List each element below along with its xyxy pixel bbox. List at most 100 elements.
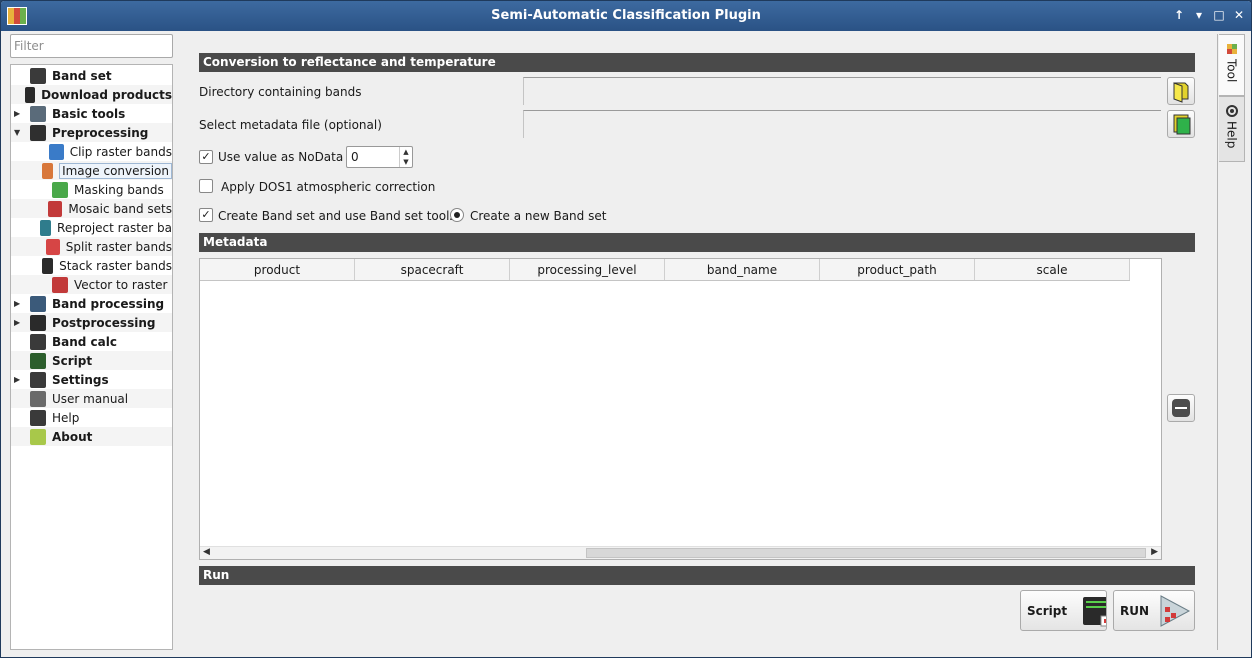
column-header[interactable]: spacecraft — [355, 259, 510, 280]
split-icon — [46, 238, 60, 255]
basic-tools-icon — [30, 105, 46, 122]
nodata-checkbox[interactable]: ✓ — [199, 150, 213, 164]
metadata-path-field — [523, 110, 1161, 138]
main-window: Semi-Automatic Classification Plugin ↑ ▾… — [0, 0, 1252, 658]
maximize-button[interactable]: □ — [1213, 8, 1225, 22]
tree-item-label: Band calc — [52, 334, 117, 349]
tree-item[interactable]: ▼ Preprocessing — [11, 123, 172, 142]
tree-item[interactable]: Band calc — [11, 332, 172, 351]
open-metadata-button[interactable] — [1167, 110, 1195, 138]
tree-item-label: Preprocessing — [52, 125, 149, 140]
metadata-section-header: Metadata — [199, 233, 1195, 252]
scroll-left-icon[interactable]: ◀ — [203, 547, 210, 557]
minimize-button[interactable]: ▾ — [1193, 8, 1205, 22]
nodata-value-input[interactable]: 0 ▲ ▼ — [346, 146, 413, 168]
tree-item[interactable]: ▶ Settings — [11, 370, 172, 389]
metadata-table[interactable]: product spacecraft processing_level band_na… — [199, 258, 1162, 560]
tree-item-label: Stack raster bands — [59, 258, 172, 273]
dos1-checkbox[interactable] — [199, 179, 213, 193]
tab-tool[interactable]: Tool — [1219, 34, 1245, 96]
tree-item[interactable]: Clip raster bands — [11, 142, 172, 161]
tree-item[interactable]: Help — [11, 408, 172, 427]
keep-above-button[interactable]: ↑ — [1173, 8, 1185, 22]
bandset-checkbox[interactable]: ✓ — [199, 208, 213, 222]
tree-item[interactable]: Reproject raster ba — [11, 218, 172, 237]
band-processing-icon — [30, 295, 46, 312]
download-icon — [24, 86, 36, 103]
tree-item[interactable]: Download products — [11, 85, 172, 104]
minus-icon — [1172, 399, 1190, 417]
dos1-label: Apply DOS1 atmospheric correction — [221, 180, 436, 194]
tree-item-label: Image conversion — [59, 162, 172, 179]
tree-item[interactable]: Stack raster bands — [11, 256, 172, 275]
tool-tree: Band set Download products ▶ Basic tools ▼ Pr… — [10, 64, 173, 650]
postprocessing-icon — [30, 314, 46, 331]
spin-arrows[interactable]: ▲ ▼ — [399, 147, 412, 167]
tree-item[interactable]: Mosaic band sets — [11, 199, 172, 218]
tree-item[interactable]: Script — [11, 351, 172, 370]
folder-icon — [1173, 82, 1189, 103]
open-dir-button[interactable] — [1167, 77, 1195, 105]
column-header[interactable]: processing_level — [510, 259, 665, 280]
expand-arrow-icon[interactable]: ▶ — [14, 299, 24, 308]
new-bandset-radio[interactable] — [450, 208, 464, 222]
nodata-label: Use value as NoData — [218, 150, 344, 164]
expand-arrow-icon[interactable]: ▶ — [14, 375, 24, 384]
horizontal-scrollbar[interactable]: ◀ ▶ — [200, 546, 1161, 559]
filter-input[interactable]: Filter — [10, 34, 173, 58]
nodata-value: 0 — [351, 150, 359, 164]
tree-item[interactable]: Masking bands — [11, 180, 172, 199]
column-header[interactable]: scale — [975, 259, 1130, 280]
about-icon — [30, 428, 46, 445]
tree-item[interactable]: Split raster bands — [11, 237, 172, 256]
scroll-right-icon[interactable]: ▶ — [1151, 547, 1158, 557]
tree-item[interactable]: Image conversion — [11, 161, 172, 180]
script-button-label: Script — [1027, 603, 1068, 618]
file-icon — [1173, 114, 1191, 135]
tree-item-label: Masking bands — [74, 182, 164, 197]
dir-label: Directory containing bands — [199, 85, 362, 99]
tree-item[interactable]: Band set — [11, 66, 172, 85]
expand-arrow-icon[interactable]: ▶ — [14, 318, 24, 327]
masking-icon — [52, 181, 68, 198]
tree-item[interactable]: ▶ Basic tools — [11, 104, 172, 123]
tree-item[interactable]: ▶ Postprocessing — [11, 313, 172, 332]
tool-tab-icon — [1226, 44, 1237, 54]
run-button[interactable]: RUN — [1113, 590, 1195, 631]
script-button[interactable]: Script — [1020, 590, 1107, 631]
band-calc-icon — [30, 333, 46, 350]
run-button-label: RUN — [1120, 603, 1150, 618]
band-set-icon — [30, 67, 46, 84]
tree-item[interactable]: User manual — [11, 389, 172, 408]
vector-to-raster-icon — [52, 276, 68, 293]
scroll-thumb[interactable] — [586, 548, 1146, 558]
column-header[interactable]: product — [200, 259, 355, 280]
tree-item-label: Basic tools — [52, 106, 126, 121]
remove-row-button[interactable] — [1167, 394, 1195, 422]
clip-icon — [48, 143, 64, 160]
tree-item-label: User manual — [52, 391, 129, 406]
tree-item-label: Clip raster bands — [69, 144, 172, 159]
dir-path-field — [523, 77, 1161, 105]
tree-item-label: Help — [52, 410, 80, 425]
column-header[interactable]: product_path — [820, 259, 975, 280]
collapse-arrow-icon[interactable]: ▼ — [14, 128, 24, 137]
image-conversion-icon — [41, 162, 54, 179]
mosaic-icon — [48, 200, 63, 217]
tree-item-label: Script — [52, 353, 93, 368]
metadata-file-label: Select metadata file (optional) — [199, 118, 382, 132]
conversion-section-header: Conversion to reflectance and temperatur… — [199, 53, 1195, 72]
help-tab-icon — [1225, 105, 1238, 117]
tree-item[interactable]: Vector to raster — [11, 275, 172, 294]
tree-item-label: Vector to raster — [74, 277, 168, 292]
panel-splitter[interactable] — [175, 34, 179, 651]
tab-help[interactable]: Help — [1219, 96, 1245, 162]
tree-item[interactable]: ▶ Band processing — [11, 294, 172, 313]
close-button[interactable]: ✕ — [1233, 8, 1245, 22]
tree-item[interactable]: About — [11, 427, 172, 446]
help-icon — [30, 409, 46, 426]
column-header[interactable]: band_name — [665, 259, 820, 280]
settings-icon — [30, 371, 46, 388]
script-icon — [30, 352, 46, 369]
expand-arrow-icon[interactable]: ▶ — [14, 109, 24, 118]
